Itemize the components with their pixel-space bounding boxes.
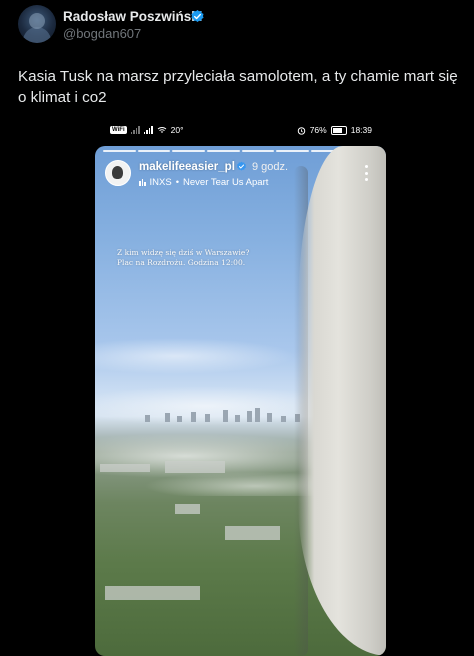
airplane-window-frame <box>298 146 386 656</box>
story-image[interactable]: makelifeeasier_pl 9 godz. INXS • Never T… <box>95 146 386 656</box>
verified-badge-icon <box>191 9 204 22</box>
clock: 18:39 <box>350 125 372 135</box>
story-time: 9 godz. <box>252 161 289 173</box>
battery-percent: 76% <box>309 125 327 135</box>
author-avatar[interactable] <box>18 5 56 43</box>
music-artist: INXS <box>149 177 172 188</box>
display-name[interactable]: Radosław Poszwiński <box>63 9 203 24</box>
user-handle[interactable]: @bogdan607 <box>63 26 141 41</box>
signal-icon <box>130 126 140 134</box>
story-progress-segment <box>206 150 240 152</box>
music-title: Never Tear Us Apart <box>183 177 269 188</box>
weather-temp: 20° <box>170 125 184 135</box>
story-progress-segment <box>103 150 136 152</box>
phone-status-bar: WiFi 20° 76% 18:39 <box>110 124 372 138</box>
story-music[interactable]: INXS • Never Tear Us Apart <box>139 177 268 188</box>
ground-buildings <box>95 446 325 656</box>
signal-icon-2 <box>143 126 153 134</box>
caption-line-2: Plac na Rozdrożu. Godzina 12:00. <box>117 258 246 267</box>
story-progress-segment <box>172 150 205 152</box>
alarm-icon <box>297 126 305 135</box>
music-separator: • <box>175 177 180 188</box>
story-caption: Z kim widzę się dziś w Warszawie? Plac n… <box>117 248 267 268</box>
network-badge: WiFi <box>110 126 127 134</box>
story-verified-icon <box>237 161 246 171</box>
music-bars-icon <box>139 179 146 186</box>
story-avatar[interactable] <box>105 160 131 186</box>
story-progress-segment <box>276 150 309 152</box>
more-options-icon[interactable] <box>363 165 369 181</box>
story-progress-segment <box>241 150 275 152</box>
battery-icon <box>330 125 347 135</box>
wifi-icon <box>157 127 166 133</box>
tweet-text: Kasia Tusk na marsz przyleciała samolote… <box>18 68 458 106</box>
caption-line-1: Z kim widzę się dziś w Warszawie? <box>117 248 250 257</box>
story-username[interactable]: makelifeeasier_pl <box>139 161 235 173</box>
story-progress-segment <box>137 150 171 152</box>
